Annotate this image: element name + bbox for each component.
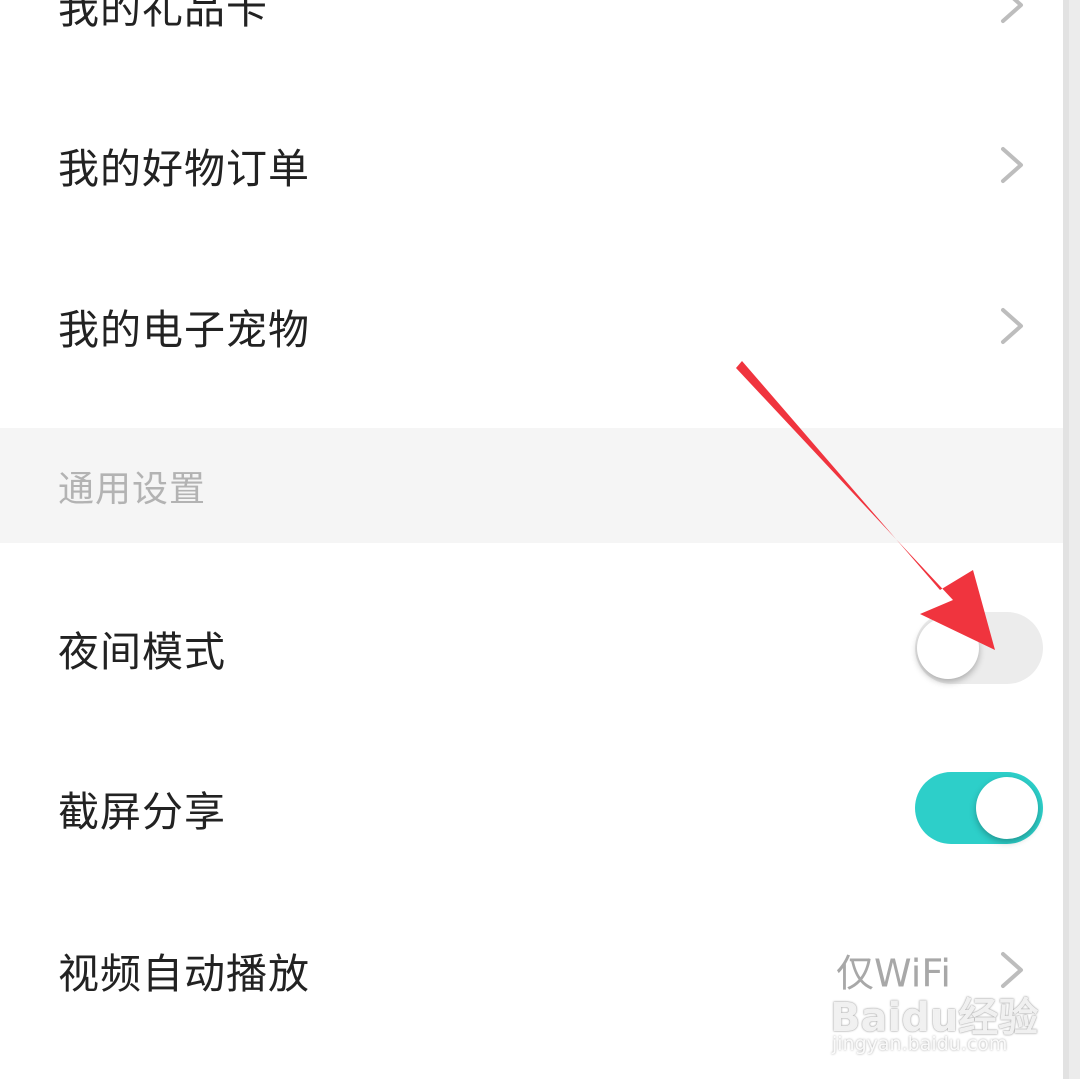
chevron-right-icon [1001,0,1023,23]
section-title: 通用设置 [58,468,207,510]
setting-label: 视频自动播放 [58,950,310,998]
menu-item-goods-orders[interactable]: 我的好物订单 [0,85,1063,245]
menu-item-label: 我的好物订单 [58,145,310,193]
menu-item-gift-card[interactable]: 我的礼品卡 [0,0,1063,85]
toggle-knob [976,777,1038,839]
menu-item-e-pet[interactable]: 我的电子宠物 [0,246,1063,406]
setting-row-screenshot-share: 截屏分享 [0,728,1063,888]
setting-row-night-mode: 夜间模式 [0,568,1063,728]
chevron-right-icon [1001,308,1023,344]
chevron-right-icon [1001,147,1023,183]
chevron-right-icon [1001,952,1023,988]
setting-label: 夜间模式 [58,628,226,676]
autoplay-value: 仅WiFi [836,951,951,996]
toggle-knob [917,617,979,679]
setting-row-video-autoplay[interactable]: 视频自动播放 仅WiFi [0,890,1063,1050]
menu-item-label: 我的礼品卡 [58,0,268,33]
settings-screen: 我的礼品卡 我的好物订单 我的电子宠物 通用设置 夜间模式 截屏分享 视频自动播… [0,0,1063,1079]
screenshot-share-toggle[interactable] [915,772,1043,844]
section-header-general-settings: 通用设置 [0,428,1063,543]
setting-label: 截屏分享 [58,788,226,836]
scroll-edge [1063,0,1080,1079]
menu-item-label: 我的电子宠物 [58,306,310,354]
night-mode-toggle[interactable] [915,612,1043,684]
